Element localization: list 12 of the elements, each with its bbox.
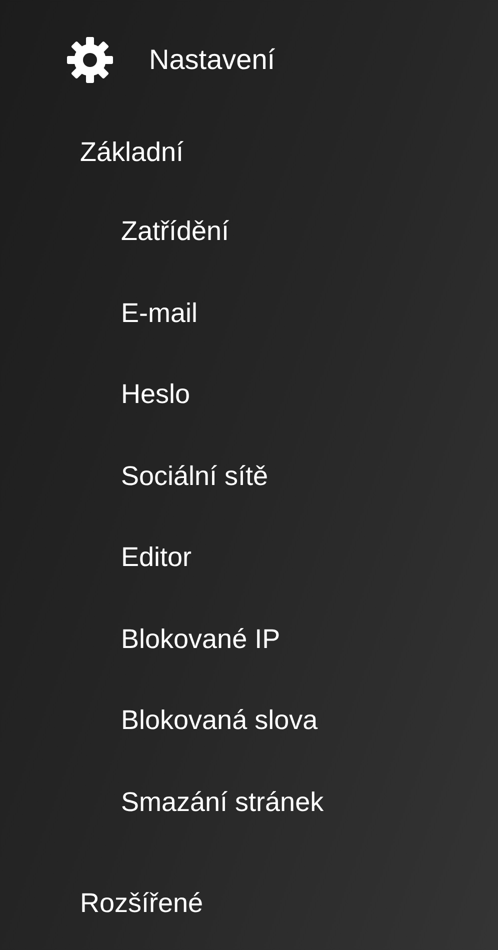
menu-section[interactable]: Rozšířené (80, 888, 204, 918)
menu-item[interactable]: Blokované IP (121, 624, 280, 655)
page-title: Nastavení (149, 44, 276, 76)
menu-item[interactable]: Smazání stránek (121, 786, 324, 818)
menu-section[interactable]: Základní (80, 136, 184, 168)
settings-icon (65, 35, 115, 85)
menu-item[interactable]: E-mail (121, 298, 198, 329)
menu-item[interactable]: Blokovaná slova (121, 705, 318, 736)
menu-item[interactable]: Sociální sítě (121, 460, 268, 492)
menu-item[interactable]: Editor (121, 542, 192, 574)
menu-item[interactable]: Heslo (121, 379, 190, 410)
menu-item[interactable]: Zatřídění (121, 216, 230, 248)
